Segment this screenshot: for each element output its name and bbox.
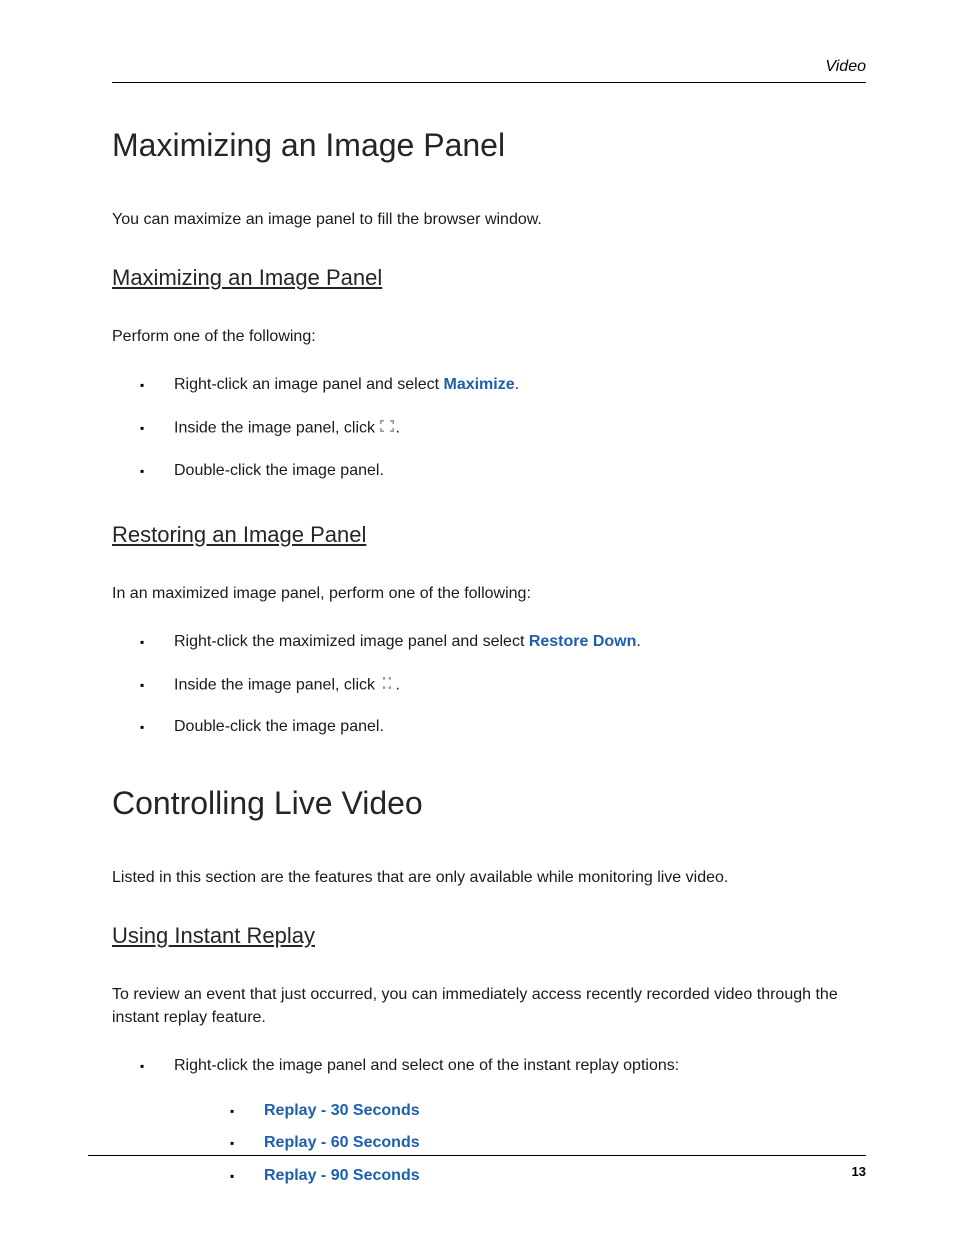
page-header: Video: [112, 58, 866, 83]
replay-option-30: Replay - 30 Seconds: [230, 1100, 866, 1122]
replay-option-60: Replay - 60 Seconds: [230, 1132, 866, 1154]
list-item: Inside the image panel, click .: [140, 674, 866, 697]
subheading-maximizing: Maximizing an Image Panel: [112, 265, 866, 291]
maximize-options-list: Right-click an image panel and select Ma…: [112, 374, 866, 482]
header-section-label: Video: [825, 58, 866, 76]
page-footer: 13: [88, 1155, 866, 1179]
instruction-text: To review an event that just occurred, y…: [112, 983, 866, 1029]
subheading-instant-replay: Using Instant Replay: [112, 923, 866, 949]
list-item: Right-click an image panel and select Ma…: [140, 374, 866, 396]
ui-term-maximize: Maximize: [443, 376, 514, 393]
page-number: 13: [852, 1164, 866, 1179]
heading-maximizing-image-panel: Maximizing an Image Panel: [112, 127, 866, 164]
text-fragment: Right-click the image panel and select o…: [174, 1057, 679, 1074]
text-fragment: Right-click an image panel and select: [174, 376, 443, 393]
text-fragment: Right-click the maximized image panel an…: [174, 633, 529, 650]
subheading-restoring: Restoring an Image Panel: [112, 522, 866, 548]
intro-paragraph: You can maximize an image panel to fill …: [112, 208, 866, 231]
list-item: Double-click the image panel.: [140, 716, 866, 738]
list-item: Inside the image panel, click .: [140, 417, 866, 440]
intro-paragraph: Listed in this section are the features …: [112, 866, 866, 889]
text-fragment: .: [395, 676, 399, 693]
heading-controlling-live-video: Controlling Live Video: [112, 785, 866, 822]
instruction-text: In an maximized image panel, perform one…: [112, 582, 866, 605]
ui-term-restore-down: Restore Down: [529, 633, 637, 650]
restore-icon: [380, 674, 394, 696]
text-fragment: .: [515, 376, 519, 393]
list-item: Double-click the image panel.: [140, 460, 866, 482]
text-fragment: .: [636, 633, 640, 650]
list-item: Right-click the maximized image panel an…: [140, 631, 866, 653]
text-fragment: .: [395, 419, 399, 436]
instruction-text: Perform one of the following:: [112, 325, 866, 348]
text-fragment: Inside the image panel, click: [174, 676, 379, 693]
restore-options-list: Right-click the maximized image panel an…: [112, 631, 866, 739]
maximize-icon: [380, 417, 394, 439]
text-fragment: Inside the image panel, click: [174, 419, 379, 436]
